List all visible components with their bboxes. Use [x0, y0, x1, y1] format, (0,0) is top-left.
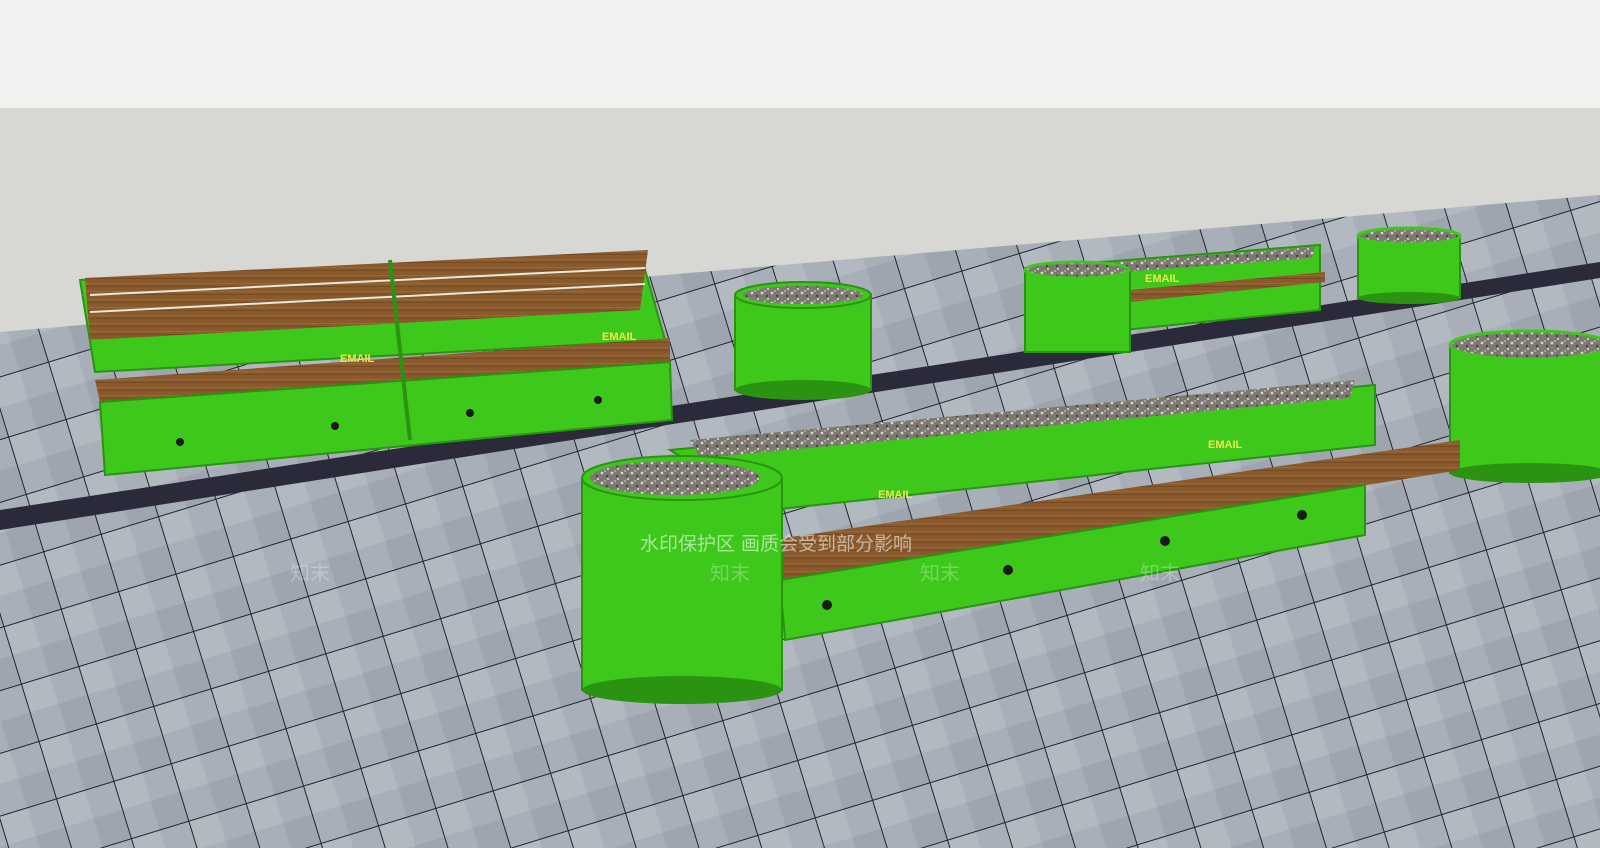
sky: [0, 0, 1600, 110]
round-planter-right: [1448, 329, 1600, 483]
main-planter-label-a: EMAIL: [878, 489, 913, 501]
watermark-text: 水印保护区 画质会受到部分影响: [640, 533, 912, 555]
round-planter-middle: [734, 281, 872, 400]
watermark-repeat-3: 知末: [920, 561, 960, 585]
round-planter-back-right: [1356, 226, 1462, 304]
sketchup-scene: EMAIL EMAIL EMAIL EMAIL EMAIL 水印保护区 画质会受…: [0, 0, 1600, 848]
main-planter-label-b: EMAIL: [1208, 439, 1243, 451]
bench-left-label-a: EMAIL: [340, 353, 375, 365]
watermark-repeat-2: 知末: [710, 561, 750, 585]
bench-left-label-b: EMAIL: [602, 331, 637, 343]
watermark-repeat-1: 知末: [290, 561, 330, 585]
watermark-repeat-4: 知末: [1140, 561, 1180, 585]
bench-back-label: EMAIL: [1145, 273, 1180, 285]
